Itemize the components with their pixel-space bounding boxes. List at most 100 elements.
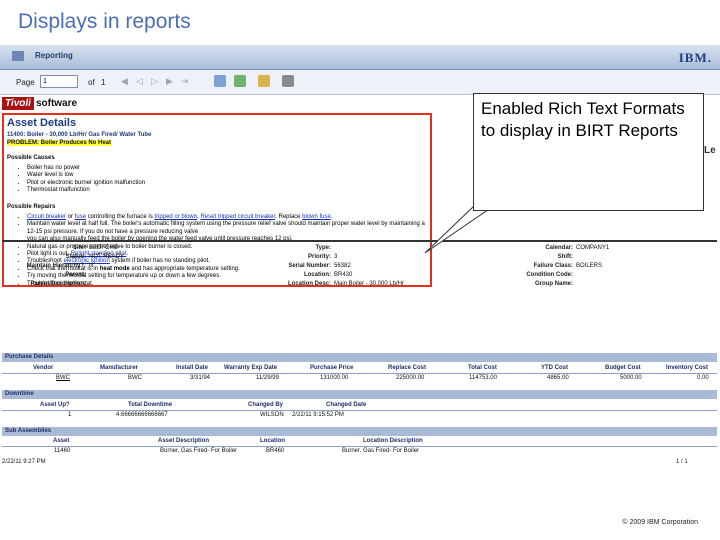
install-date-value: 3/31/94 <box>190 375 211 381</box>
list-item: Thermostat malfunction <box>27 187 145 194</box>
problem-statement: PROBLEM: Boiler Produces No Heat <box>7 140 112 146</box>
serial-value: 56382 <box>334 263 351 269</box>
callout-box: Enabled Rich Text Formats to display in … <box>473 93 704 211</box>
software-text: software <box>35 98 78 109</box>
ytd-cost-value: 4865.00 <box>547 375 569 381</box>
list-item: Boiler has no power <box>27 165 145 172</box>
sub-location-description-value: Burner, Gas Fired- For Boiler <box>342 448 420 454</box>
status-label: Status: <box>65 254 86 260</box>
previous-page-icon[interactable]: ◁ <box>135 77 144 86</box>
copyright-footer: © 2009 IBM Corporation <box>622 519 698 526</box>
priority-value: 3 <box>334 254 338 260</box>
location-desc-label: Location Desc: <box>287 281 331 287</box>
cut-off-heading: Le <box>704 145 716 156</box>
col-asset-up: Asset Up? <box>40 402 70 408</box>
failure-class-value: BOILERS <box>576 263 603 269</box>
vendor-link[interactable]: BWC <box>56 375 70 381</box>
col-manufacturer: Manufacturer <box>100 365 139 371</box>
parent-label: Parent: <box>65 272 86 278</box>
purchase-details-header: Purchase Details <box>2 353 717 362</box>
replace-cost-value: 225000.00 <box>396 375 425 381</box>
asset-details-title: Asset Details <box>7 117 77 129</box>
group-name-label: Group Name: <box>534 281 573 287</box>
failure-class-label: Failure Class: <box>533 263 573 269</box>
total-downtime-value: 4.66666666666667 <box>116 412 168 418</box>
first-page-icon[interactable]: ◀ <box>120 77 129 86</box>
header-divider <box>2 410 717 411</box>
location-label: Location: <box>304 272 331 278</box>
col-inventory-cost: Inventory Cost <box>666 365 709 371</box>
list-item: Pilot or electronic burner ignition malf… <box>27 180 145 187</box>
inventory-cost-value: 0.00 <box>697 375 709 381</box>
goto-page-icon[interactable]: ⇥ <box>180 77 189 86</box>
of-value: 1 <box>101 78 106 87</box>
export-report-icon[interactable] <box>258 75 270 87</box>
app-title: Reporting <box>35 51 73 60</box>
report-toolbar: Page of 1 ◀ ◁ ▷ ▶ ⇥ <box>0 70 720 95</box>
toc-icon[interactable] <box>214 75 226 87</box>
col-asset: Asset <box>53 438 70 444</box>
list-item: Circuit breaker or fuse controlling the … <box>27 214 430 221</box>
header-divider <box>2 446 717 447</box>
col-total-downtime: Total Downtime <box>128 402 173 408</box>
causes-list: Boiler has no power Water level is low P… <box>17 165 145 195</box>
col-budget-cost: Budget Cost <box>605 365 641 371</box>
hierarchy-value: N <box>89 263 94 269</box>
priority-label: Priority: <box>307 254 331 260</box>
circuit-breaker-link[interactable]: Circuit breaker <box>27 214 66 220</box>
budget-cost-value: 5000.00 <box>620 375 642 381</box>
changed-by-value: WILSON <box>260 412 284 418</box>
calendar-value: COMPANY1 <box>576 245 610 251</box>
list-item: Water level is low <box>27 172 145 179</box>
possible-repairs-title: Possible Repairs <box>7 204 56 210</box>
site-label: Site: <box>72 245 86 251</box>
sub-assemblies-header: Sub Assemblies <box>2 427 717 436</box>
page-input[interactable] <box>40 75 78 88</box>
export-icon[interactable] <box>234 75 246 87</box>
condition-code-label: Condition Code: <box>526 272 573 278</box>
col-vendor: Vendor <box>33 365 54 371</box>
tivoli-brand: Tivoli software <box>2 97 78 112</box>
col-ytd-cost: YTD Cost <box>541 365 568 371</box>
print-icon[interactable] <box>282 75 294 87</box>
col-install-date: Install Date <box>176 365 209 371</box>
col-location: Location <box>260 438 285 444</box>
type-label: Type: <box>315 245 331 251</box>
reset-breaker-link[interactable]: Reset tripped circuit breaker <box>200 214 275 220</box>
parent-description-label: Parent Description: <box>30 281 86 287</box>
report-timestamp: 2/22/11 9:27 PM <box>2 459 46 465</box>
col-location-description: Location Description <box>363 438 423 444</box>
purchase-price-value: 131000.00 <box>320 375 349 381</box>
manufacturer-value: BWC <box>128 375 142 381</box>
site-value: BEDFORD <box>89 245 119 251</box>
blown-fuse-link[interactable]: blown fuse <box>302 214 331 220</box>
last-page-icon[interactable]: ▶ <box>165 77 174 86</box>
col-asset-description: Asset Description <box>158 438 210 444</box>
location-desc-value: Main Boiler - 30,000 Lb/Hr <box>334 281 405 287</box>
asset-fields-grid: Site: BEDFORD Type: Calendar: COMPANY1 S… <box>2 240 717 287</box>
callout-pointer <box>425 204 497 254</box>
slide-title: Displays in reports <box>18 10 191 33</box>
report-screenshot: Reporting IBM. Page of 1 ◀ ◁ ▷ ▶ ⇥ Tivol… <box>0 45 720 520</box>
asset-up-value: 1 <box>68 412 72 418</box>
serial-label: Serial Number: <box>288 263 331 269</box>
warranty-exp-value: 11/29/99 <box>256 375 279 381</box>
downtime-header: Downtime <box>2 390 717 399</box>
asset-description: 11400: Boiler - 30,000 Lb/Hr/ Gas Fired/… <box>7 132 152 138</box>
location-value: BR430 <box>334 272 353 278</box>
col-replace-cost: Replace Cost <box>388 365 427 371</box>
col-changed-date: Changed Date <box>326 402 367 408</box>
next-page-icon[interactable]: ▷ <box>150 77 159 86</box>
sub-location-value: BR460 <box>266 448 285 454</box>
of-label: of <box>88 78 95 87</box>
ibm-logo: IBM. <box>678 50 712 65</box>
possible-causes-title: Possible Causes <box>7 155 55 161</box>
hierarchy-label: Maintain Hierarchy?: <box>26 263 86 269</box>
fuse-link[interactable]: fuse <box>75 214 86 220</box>
header-divider <box>2 373 717 374</box>
app-icon <box>12 51 24 61</box>
col-total-cost: Total Cost <box>468 365 497 371</box>
tripped-or-blown-link[interactable]: tripped or blown <box>154 214 197 220</box>
changed-date-value: 2/22/11 9:15:52 PM <box>292 412 344 418</box>
tivoli-logo: Tivoli <box>2 97 34 110</box>
